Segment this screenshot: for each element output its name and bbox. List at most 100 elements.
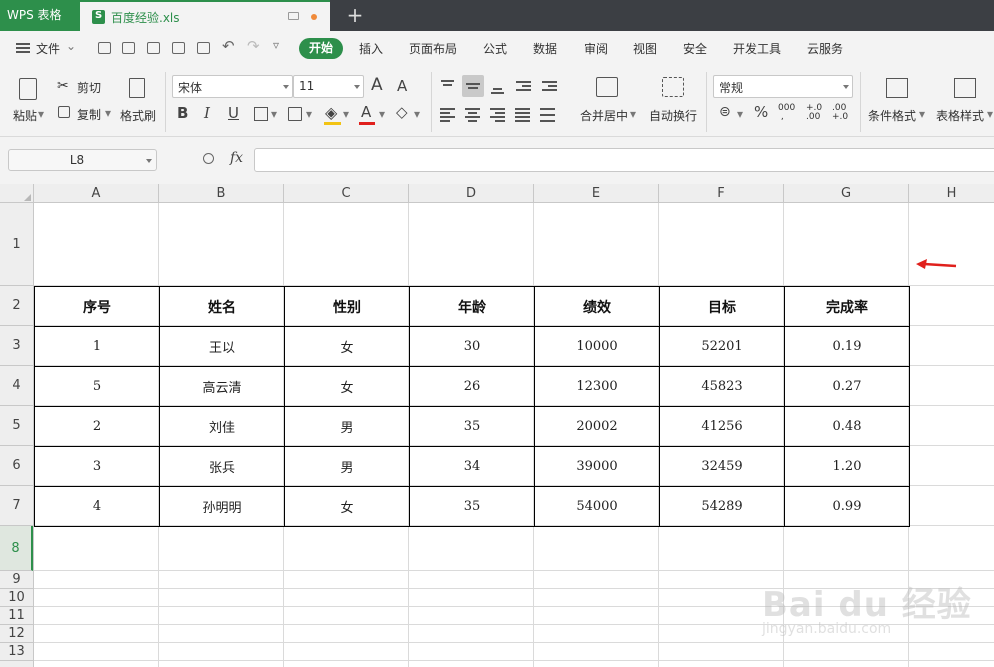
format-painter-icon[interactable]: [129, 78, 145, 98]
fill-color-icon[interactable]: ◈: [325, 103, 337, 122]
header-cell-index[interactable]: 序号: [34, 286, 160, 327]
zoom-search-icon[interactable]: [203, 153, 214, 164]
font-color-icon[interactable]: A: [361, 103, 371, 121]
table-cell[interactable]: 0.27: [784, 366, 910, 407]
percent-button[interactable]: %: [754, 103, 768, 121]
app-tab[interactable]: WPS 表格: [0, 0, 80, 31]
table-style-button[interactable]: 表格样式: [936, 107, 984, 124]
column-header-f[interactable]: F: [659, 184, 784, 203]
row-header-6[interactable]: 6: [0, 446, 33, 486]
table-cell[interactable]: 10000: [534, 326, 660, 367]
table-cell[interactable]: 35: [409, 406, 535, 447]
table-cell[interactable]: 41256: [659, 406, 785, 447]
column-header-b[interactable]: B: [159, 184, 284, 203]
customize-dropdown-icon[interactable]: ▿: [273, 38, 279, 52]
print-preview-icon[interactable]: [197, 42, 210, 54]
copy-button[interactable]: 复制: [77, 106, 101, 123]
shrink-font-icon[interactable]: A: [397, 77, 407, 95]
align-top-icon[interactable]: [438, 76, 458, 96]
tab-page-layout[interactable]: 页面布局: [409, 40, 457, 57]
table-cell[interactable]: 女: [284, 486, 410, 527]
wrap-text-icon[interactable]: [662, 77, 684, 97]
table-cell[interactable]: 5: [34, 366, 160, 407]
bold-button[interactable]: B: [177, 104, 188, 122]
format-painter-button[interactable]: 格式刷: [120, 107, 156, 124]
table-cell[interactable]: 高云清: [159, 366, 285, 407]
column-header-a[interactable]: A: [34, 184, 159, 203]
redo-icon[interactable]: ↷: [247, 37, 260, 55]
column-header-h[interactable]: H: [909, 184, 994, 203]
row-header-3[interactable]: 3: [0, 326, 33, 366]
row-header-2[interactable]: 2: [0, 286, 33, 326]
chevron-down-icon[interactable]: ⌄: [66, 39, 76, 53]
document-tab[interactable]: 百度经验.xls: [80, 0, 330, 31]
clear-dropdown-icon[interactable]: ▾: [414, 107, 420, 121]
copy-icon[interactable]: [58, 106, 70, 118]
italic-button[interactable]: I: [204, 104, 210, 122]
table-cell[interactable]: 52201: [659, 326, 785, 367]
row-header-10[interactable]: 10: [0, 589, 33, 607]
conditional-format-dropdown-icon[interactable]: ▾: [919, 107, 925, 121]
table-cell[interactable]: 1: [34, 326, 160, 367]
grow-font-icon[interactable]: A: [371, 75, 383, 95]
cell-style-dropdown-icon[interactable]: ▾: [306, 107, 312, 121]
column-header-e[interactable]: E: [534, 184, 659, 203]
table-cell[interactable]: 20002: [534, 406, 660, 447]
open-folder-icon[interactable]: [98, 42, 111, 54]
column-header-d[interactable]: D: [409, 184, 534, 203]
header-cell-age[interactable]: 年龄: [409, 286, 535, 327]
table-cell[interactable]: 4: [34, 486, 160, 527]
insert-function-button[interactable]: fx: [230, 150, 243, 166]
table-style-dropdown-icon[interactable]: ▾: [987, 107, 993, 121]
table-cell[interactable]: 34: [409, 446, 535, 487]
justify-icon[interactable]: [513, 104, 533, 124]
header-cell-name[interactable]: 姓名: [159, 286, 285, 327]
cut-button[interactable]: 剪切: [77, 79, 101, 96]
merge-center-icon[interactable]: [596, 77, 618, 97]
distributed-align-icon[interactable]: [538, 104, 558, 124]
align-center-icon[interactable]: [463, 104, 483, 124]
undo-icon[interactable]: ↶: [222, 37, 235, 55]
tab-review[interactable]: 审阅: [584, 40, 608, 57]
table-cell[interactable]: 张兵: [159, 446, 285, 487]
tab-insert[interactable]: 插入: [359, 40, 383, 57]
header-cell-target[interactable]: 目标: [659, 286, 785, 327]
wrap-text-button[interactable]: 自动换行: [649, 107, 697, 124]
select-all-corner[interactable]: [0, 184, 34, 203]
borders-icon[interactable]: [254, 107, 268, 121]
fill-color-dropdown-icon[interactable]: ▾: [343, 107, 349, 121]
menu-file[interactable]: 文件: [36, 40, 60, 57]
table-cell[interactable]: 女: [284, 366, 410, 407]
column-header-c[interactable]: C: [284, 184, 409, 203]
paste-button[interactable]: 粘贴: [13, 107, 37, 124]
table-cell[interactable]: 1.20: [784, 446, 910, 487]
decrease-decimal-icon[interactable]: .00 +.0: [832, 104, 848, 122]
tab-view[interactable]: 视图: [633, 40, 657, 57]
conditional-format-button[interactable]: 条件格式: [868, 107, 916, 124]
table-cell[interactable]: 35: [409, 486, 535, 527]
save-icon[interactable]: [122, 42, 135, 54]
number-format-select[interactable]: 常规: [713, 75, 853, 98]
row-header-7[interactable]: 7: [0, 486, 33, 526]
align-bottom-icon[interactable]: [488, 76, 508, 96]
currency-dropdown-icon[interactable]: ▾: [737, 107, 743, 121]
table-cell[interactable]: 王以: [159, 326, 285, 367]
thousands-separator-icon[interactable]: 000 ,: [778, 104, 795, 122]
font-name-select[interactable]: 宋体: [172, 75, 293, 98]
table-cell[interactable]: 26: [409, 366, 535, 407]
header-cell-gender[interactable]: 性别: [284, 286, 410, 327]
table-cell[interactable]: 3: [34, 446, 160, 487]
merge-dropdown-icon[interactable]: ▾: [630, 107, 636, 121]
column-header-g[interactable]: G: [784, 184, 909, 203]
currency-icon[interactable]: ⊜: [719, 104, 731, 120]
align-right-icon[interactable]: [488, 104, 508, 124]
table-cell[interactable]: 0.99: [784, 486, 910, 527]
decrease-indent-icon[interactable]: [514, 76, 534, 96]
conditional-format-icon[interactable]: [886, 78, 908, 98]
table-cell[interactable]: 45823: [659, 366, 785, 407]
header-cell-completion-rate[interactable]: 完成率: [784, 286, 910, 327]
row-header-12[interactable]: 12: [0, 625, 33, 643]
font-color-dropdown-icon[interactable]: ▾: [379, 107, 385, 121]
align-middle-icon[interactable]: [462, 75, 484, 97]
print-icon[interactable]: [172, 42, 185, 54]
